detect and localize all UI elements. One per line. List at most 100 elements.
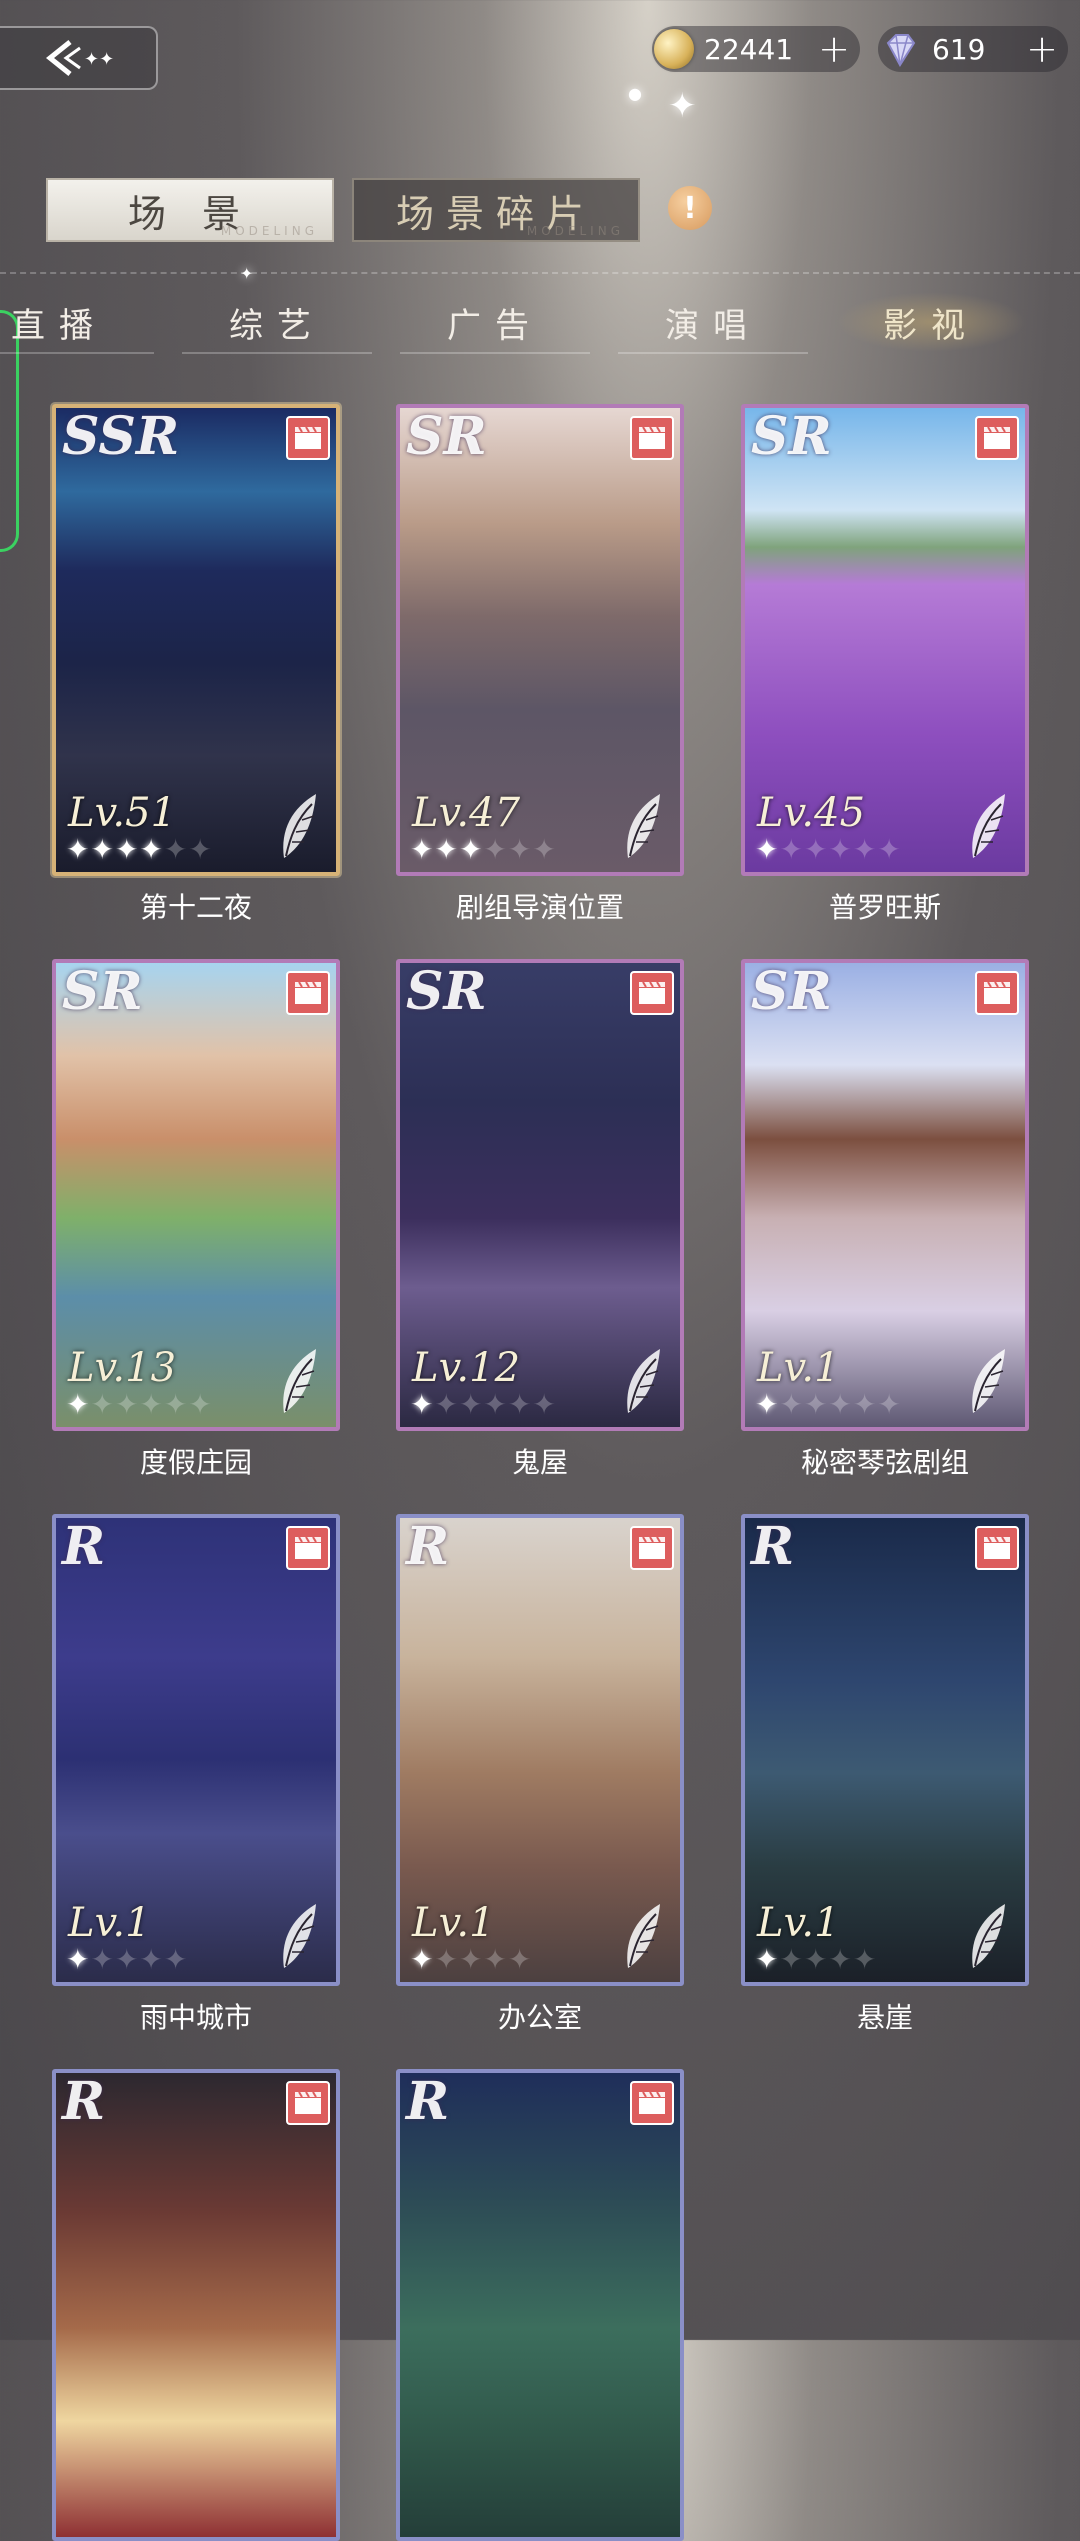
scene-card[interactable]: R Lv.1 ✦✦✦✦✦ — [52, 1514, 340, 1986]
star-filled-icon: ✦ — [458, 833, 484, 866]
coin-amount: 22441 — [704, 32, 794, 66]
feather-icon — [272, 1900, 328, 1972]
star-empty-icon: ✦ — [828, 833, 853, 866]
film-icon — [286, 971, 330, 1015]
sparkle-icon: ● — [628, 84, 642, 103]
tab-scenes[interactable]: 场 景 MODELING — [46, 178, 334, 242]
scene-level: Lv.45 — [757, 790, 866, 836]
scene-card[interactable]: R Lv.1 ✦✦✦✦✦ — [396, 1514, 684, 1986]
sparkle-icon: ✦ — [668, 86, 697, 126]
star-empty-icon: ✦ — [434, 1388, 459, 1421]
star-empty-icon: ✦ — [90, 1388, 115, 1421]
rarity-badge: SR — [406, 961, 487, 1022]
star-filled-icon: ✦ — [66, 1388, 91, 1421]
scene-name: 第十二夜 — [139, 891, 252, 924]
star-filled-icon: ✦ — [66, 833, 91, 866]
star-empty-icon: ✦ — [114, 1388, 140, 1421]
back-button[interactable]: ✦✦ — [0, 26, 158, 90]
star-rating: ✦✦✦✦✦✦ — [66, 1388, 213, 1421]
rarity-badge: SR — [751, 961, 832, 1022]
star-empty-icon: ✦ — [779, 833, 804, 866]
film-icon — [286, 2081, 330, 2125]
scene-card[interactable]: R Lv.1 ✦✦✦✦✦ — [741, 1514, 1029, 1986]
star-empty-icon: ✦ — [458, 1943, 484, 1976]
tab-scene-fragments[interactable]: 场景碎片 MODELING — [352, 178, 640, 242]
tab-scene-fragments-sub: MODELING — [526, 224, 624, 238]
star-empty-icon: ✦ — [779, 1943, 804, 1976]
star-empty-icon: ✦ — [139, 1388, 164, 1421]
star-rating: ✦✦✦✦✦ — [66, 1943, 188, 1976]
scene-name: 办公室 — [497, 2001, 582, 2034]
star-filled-icon: ✦ — [114, 833, 140, 866]
star-rating: ✦✦✦✦✦✦ — [410, 833, 557, 866]
rarity-badge: SR — [406, 406, 487, 467]
film-icon — [286, 416, 330, 460]
film-icon — [975, 1526, 1019, 1570]
scene-card[interactable]: SR Lv.13 ✦✦✦✦✦✦ — [52, 959, 340, 1431]
film-icon — [975, 971, 1019, 1015]
scene-name: 鬼屋 — [511, 1446, 568, 1479]
star-empty-icon: ✦ — [507, 833, 533, 866]
coin-balance: 22441 + — [652, 26, 860, 72]
feather-icon — [272, 790, 328, 862]
star-empty-icon: ✦ — [532, 1388, 557, 1421]
scene-level: Lv.1 — [757, 1900, 840, 1946]
scene-card[interactable]: SR Lv.47 ✦✦✦✦✦✦ — [396, 404, 684, 876]
star-filled-icon: ✦ — [755, 833, 780, 866]
star-empty-icon: ✦ — [852, 1388, 878, 1421]
star-empty-icon: ✦ — [90, 1943, 115, 1976]
scene-card[interactable]: R — [396, 2069, 684, 2541]
star-empty-icon: ✦ — [828, 1943, 853, 1976]
star-empty-icon: ✦ — [803, 1943, 829, 1976]
star-empty-icon: ✦ — [458, 1388, 484, 1421]
scene-card[interactable]: SR Lv.45 ✦✦✦✦✦✦ — [741, 404, 1029, 876]
star-empty-icon: ✦ — [803, 833, 829, 866]
tab-scenes-sub: MODELING — [220, 224, 318, 238]
add-coin-button[interactable]: + — [818, 26, 850, 72]
star-rating: ✦✦✦✦✦✦ — [410, 1388, 557, 1421]
film-icon — [630, 2081, 674, 2125]
star-filled-icon: ✦ — [755, 1943, 780, 1976]
scene-name: 悬崖 — [856, 2001, 913, 2034]
star-filled-icon: ✦ — [434, 833, 459, 866]
feather-icon — [272, 1345, 328, 1417]
star-empty-icon: ✦ — [507, 1943, 533, 1976]
star-empty-icon: ✦ — [877, 833, 902, 866]
rarity-badge: R — [406, 1516, 450, 1577]
scene-card[interactable]: SSR Lv.51 ✦✦✦✦✦✦ — [52, 404, 340, 876]
feather-icon — [616, 1900, 672, 1972]
divider — [0, 272, 1080, 274]
scene-card[interactable]: R — [52, 2069, 340, 2541]
tab-advertising[interactable]: 广告 — [400, 292, 590, 354]
star-empty-icon: ✦ — [483, 1943, 508, 1976]
star-empty-icon: ✦ — [188, 1388, 213, 1421]
film-icon — [630, 1526, 674, 1570]
feather-icon — [961, 790, 1017, 862]
star-rating: ✦✦✦✦✦✦ — [755, 833, 902, 866]
rarity-badge: SSR — [62, 406, 180, 467]
star-rating: ✦✦✦✦✦✦ — [66, 833, 213, 866]
scene-card[interactable]: SR Lv.1 ✦✦✦✦✦✦ — [741, 959, 1029, 1431]
tab-livestream[interactable]: 直播 — [0, 292, 154, 354]
scene-level: Lv.1 — [757, 1345, 840, 1391]
gem-balance: 619 + — [878, 26, 1068, 72]
rarity-badge: R — [406, 2071, 450, 2132]
star-empty-icon: ✦ — [877, 1388, 902, 1421]
info-alert-icon[interactable]: ! — [668, 186, 712, 230]
star-filled-icon: ✦ — [66, 1943, 91, 1976]
add-gem-button[interactable]: + — [1026, 26, 1058, 72]
scene-name: 剧组导演位置 — [455, 891, 624, 924]
star-filled-icon: ✦ — [410, 1943, 435, 1976]
star-empty-icon: ✦ — [828, 1388, 853, 1421]
scene-card[interactable]: SR Lv.12 ✦✦✦✦✦✦ — [396, 959, 684, 1431]
feather-icon — [616, 790, 672, 862]
star-rating: ✦✦✦✦✦✦ — [755, 1388, 902, 1421]
tab-variety[interactable]: 综艺 — [182, 292, 372, 354]
coin-icon — [654, 29, 694, 69]
back-arrow-icon: ✦✦ — [45, 40, 114, 76]
feather-icon — [961, 1345, 1017, 1417]
rarity-badge: R — [751, 1516, 795, 1577]
tab-film-tv[interactable]: 影视 — [836, 292, 1026, 352]
tab-concert[interactable]: 演唱 — [618, 292, 808, 354]
star-empty-icon: ✦ — [114, 1943, 140, 1976]
